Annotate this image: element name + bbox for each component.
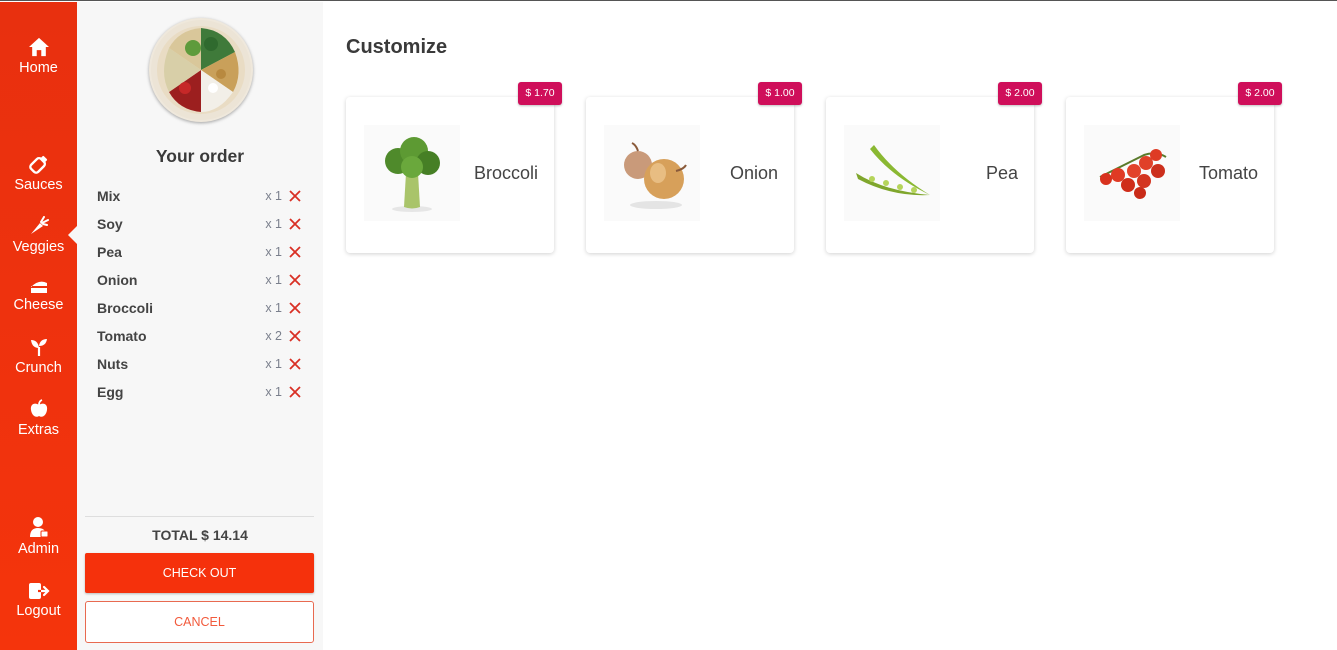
nav-item-home[interactable]: Home	[0, 37, 77, 76]
order-item-name: Tomato	[97, 328, 147, 344]
price-badge: $ 1.00	[758, 82, 802, 105]
order-item-name: Broccoli	[97, 300, 154, 316]
order-item-qty: x 1	[265, 273, 282, 287]
product-name: Tomato	[1198, 163, 1258, 183]
nav-label: Logout	[16, 603, 61, 619]
remove-icon[interactable]	[289, 386, 301, 398]
order-panel: Your order Mix x 1 Soy x 1 Pea x 1 Onion…	[77, 2, 323, 650]
order-item: Mix x 1	[97, 182, 301, 210]
product-card-pea[interactable]: Pea	[826, 97, 1034, 253]
nav-label: Veggies	[12, 239, 65, 255]
nav-item-logout[interactable]: Logout	[0, 582, 77, 619]
price-badge: $ 2.00	[998, 82, 1042, 105]
logout-icon	[28, 583, 50, 599]
order-item: Broccoli x 1	[97, 294, 301, 322]
sauce-bottle-icon	[28, 155, 47, 174]
order-item-name: Soy	[97, 216, 123, 232]
nav-item-cheese[interactable]: Cheese	[0, 278, 77, 313]
price-badge: $ 1.70	[518, 82, 562, 105]
remove-icon[interactable]	[289, 358, 301, 370]
carrot-icon	[30, 216, 49, 234]
order-total: TOTAL $ 14.14	[152, 527, 248, 543]
order-item: Tomato x 2	[97, 322, 301, 350]
nav-label: Extras	[17, 422, 60, 438]
order-item-name: Onion	[97, 272, 138, 288]
apple-icon	[30, 399, 47, 417]
nav-label: Home	[19, 60, 58, 76]
order-item: Soy x 1	[97, 210, 301, 238]
tomato-image	[1084, 125, 1180, 221]
sprout-icon	[30, 339, 47, 356]
order-item: Onion x 1	[97, 266, 301, 294]
remove-icon[interactable]	[289, 330, 301, 342]
nav-item-extras[interactable]: Extras	[0, 399, 77, 438]
order-title: Your order	[155, 146, 245, 166]
order-item-name: Pea	[97, 244, 122, 260]
order-item-qty: x 1	[265, 217, 282, 231]
remove-icon[interactable]	[289, 274, 301, 286]
order-list: Mix x 1 Soy x 1 Pea x 1 Onion x 1 Brocco…	[97, 182, 301, 406]
nav-item-admin[interactable]: Admin	[0, 516, 77, 557]
admin-user-icon	[29, 517, 48, 538]
sidebar-nav: Home Sauces Veggies Cheese Crunch Extras…	[0, 2, 77, 650]
product-name: Broccoli	[473, 163, 538, 183]
remove-icon[interactable]	[289, 246, 301, 258]
product-card-broccoli[interactable]: Broccoli	[346, 97, 554, 253]
nav-item-veggies[interactable]: Veggies	[0, 216, 77, 255]
order-item-qty: x 1	[265, 301, 282, 315]
order-item-qty: x 1	[265, 385, 282, 399]
price-badge: $ 2.00	[1238, 82, 1282, 105]
order-item-qty: x 1	[265, 357, 282, 371]
nav-label: Admin	[17, 541, 60, 557]
order-item-name: Mix	[97, 188, 121, 204]
active-indicator	[68, 226, 77, 244]
order-item: Nuts x 1	[97, 350, 301, 378]
page-title: Customize	[346, 36, 448, 58]
order-item-name: Nuts	[97, 356, 129, 372]
nav-label: Crunch	[15, 360, 62, 376]
product-name: Pea	[985, 163, 1018, 183]
product-name: Onion	[729, 163, 778, 183]
remove-icon[interactable]	[289, 190, 301, 202]
cancel-button[interactable]: CANCEL	[85, 601, 314, 643]
cheese-icon	[30, 281, 47, 293]
onion-image	[604, 125, 700, 221]
remove-icon[interactable]	[289, 218, 301, 230]
order-item-qty: x 1	[265, 245, 282, 259]
broccoli-image	[364, 125, 460, 221]
order-item-name: Egg	[97, 384, 124, 400]
nav-item-sauces[interactable]: Sauces	[0, 154, 77, 193]
pea-image	[844, 125, 940, 221]
order-item-qty: x 2	[265, 329, 282, 343]
nav-label: Cheese	[13, 297, 64, 313]
nav-label: Sauces	[14, 177, 63, 193]
salad-bowl-image	[149, 18, 253, 122]
product-card-tomato[interactable]: Tomato	[1066, 97, 1274, 253]
nav-item-crunch[interactable]: Crunch	[0, 337, 77, 376]
divider	[85, 516, 314, 517]
order-item: Pea x 1	[97, 238, 301, 266]
home-icon	[28, 37, 49, 57]
remove-icon[interactable]	[289, 302, 301, 314]
order-item-qty: x 1	[265, 189, 282, 203]
order-item: Egg x 1	[97, 378, 301, 406]
checkout-button[interactable]: CHECK OUT	[85, 553, 314, 593]
product-card-onion[interactable]: Onion	[586, 97, 794, 253]
